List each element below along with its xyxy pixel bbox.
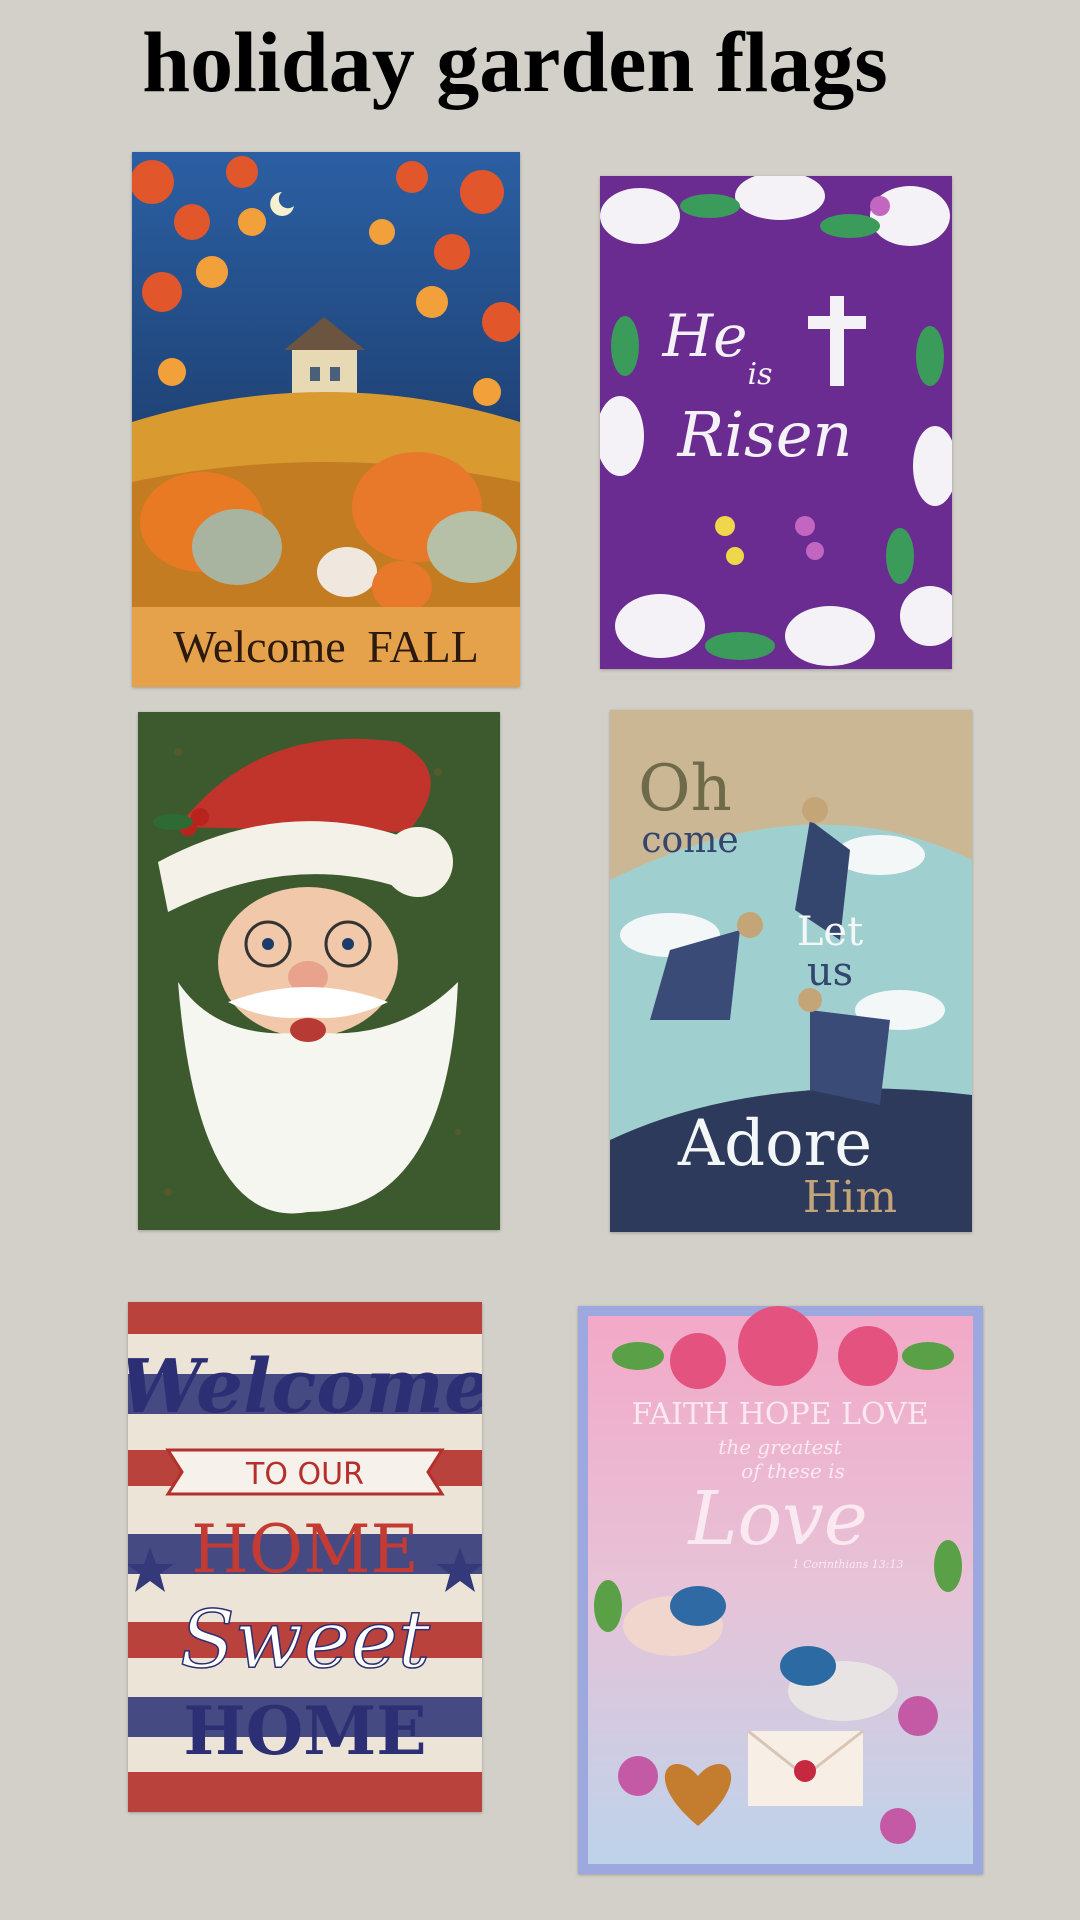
fall-word-welcome: Welcome [173, 621, 346, 672]
svg-text:Welcome FALL: Welcome FALL [173, 621, 479, 672]
advent-word-come: come [641, 820, 738, 861]
santa-flag-illustration [138, 712, 500, 1230]
love-flag[interactable]: FAITH HOPE LOVE the greatest of these is… [578, 1306, 983, 1874]
patriotic-word-sweet: Sweet [180, 1593, 431, 1686]
love-word-faith-hope-love: FAITH HOPE LOVE [631, 1397, 928, 1432]
easter-word-is: is [748, 357, 773, 392]
love-flag-illustration: FAITH HOPE LOVE the greatest of these is… [578, 1306, 983, 1874]
fall-flag-illustration: Welcome FALL [132, 152, 520, 687]
advent-word-adore: Adore [677, 1107, 872, 1181]
advent-word-us: us [807, 949, 853, 995]
love-verse: 1 Corinthians 13:13 [793, 1558, 904, 1571]
love-word-love: Love [686, 1476, 867, 1562]
easter-flag[interactable]: He is Risen [600, 176, 952, 669]
patriotic-word-to-our: TO OUR [245, 1457, 364, 1492]
patriotic-word-welcome: Welcome [128, 1344, 482, 1430]
advent-flag[interactable]: Oh come Let us Adore Him [610, 710, 972, 1232]
patriotic-flag[interactable]: Welcome TO OUR HOME Sweet HOME [128, 1302, 482, 1812]
advent-word-him: Him [803, 1172, 897, 1223]
easter-word-risen: Risen [677, 398, 853, 471]
patriotic-word-home-bottom: HOME [183, 1692, 426, 1770]
easter-flag-illustration: He is Risen [600, 176, 952, 669]
advent-flag-illustration: Oh come Let us Adore Him [610, 710, 972, 1232]
patriotic-flag-illustration: Welcome TO OUR HOME Sweet HOME [128, 1302, 482, 1812]
easter-word-he: He [662, 302, 748, 370]
advent-word-oh: Oh [638, 752, 732, 826]
santa-flag[interactable] [138, 712, 500, 1230]
patriotic-word-home-top: HOME [191, 1511, 418, 1588]
fall-word-fall: FALL [367, 621, 479, 672]
fall-flag[interactable]: Welcome FALL [132, 152, 520, 687]
love-word-the-greatest: the greatest [718, 1435, 842, 1459]
page-title: holiday garden flags [142, 14, 888, 110]
